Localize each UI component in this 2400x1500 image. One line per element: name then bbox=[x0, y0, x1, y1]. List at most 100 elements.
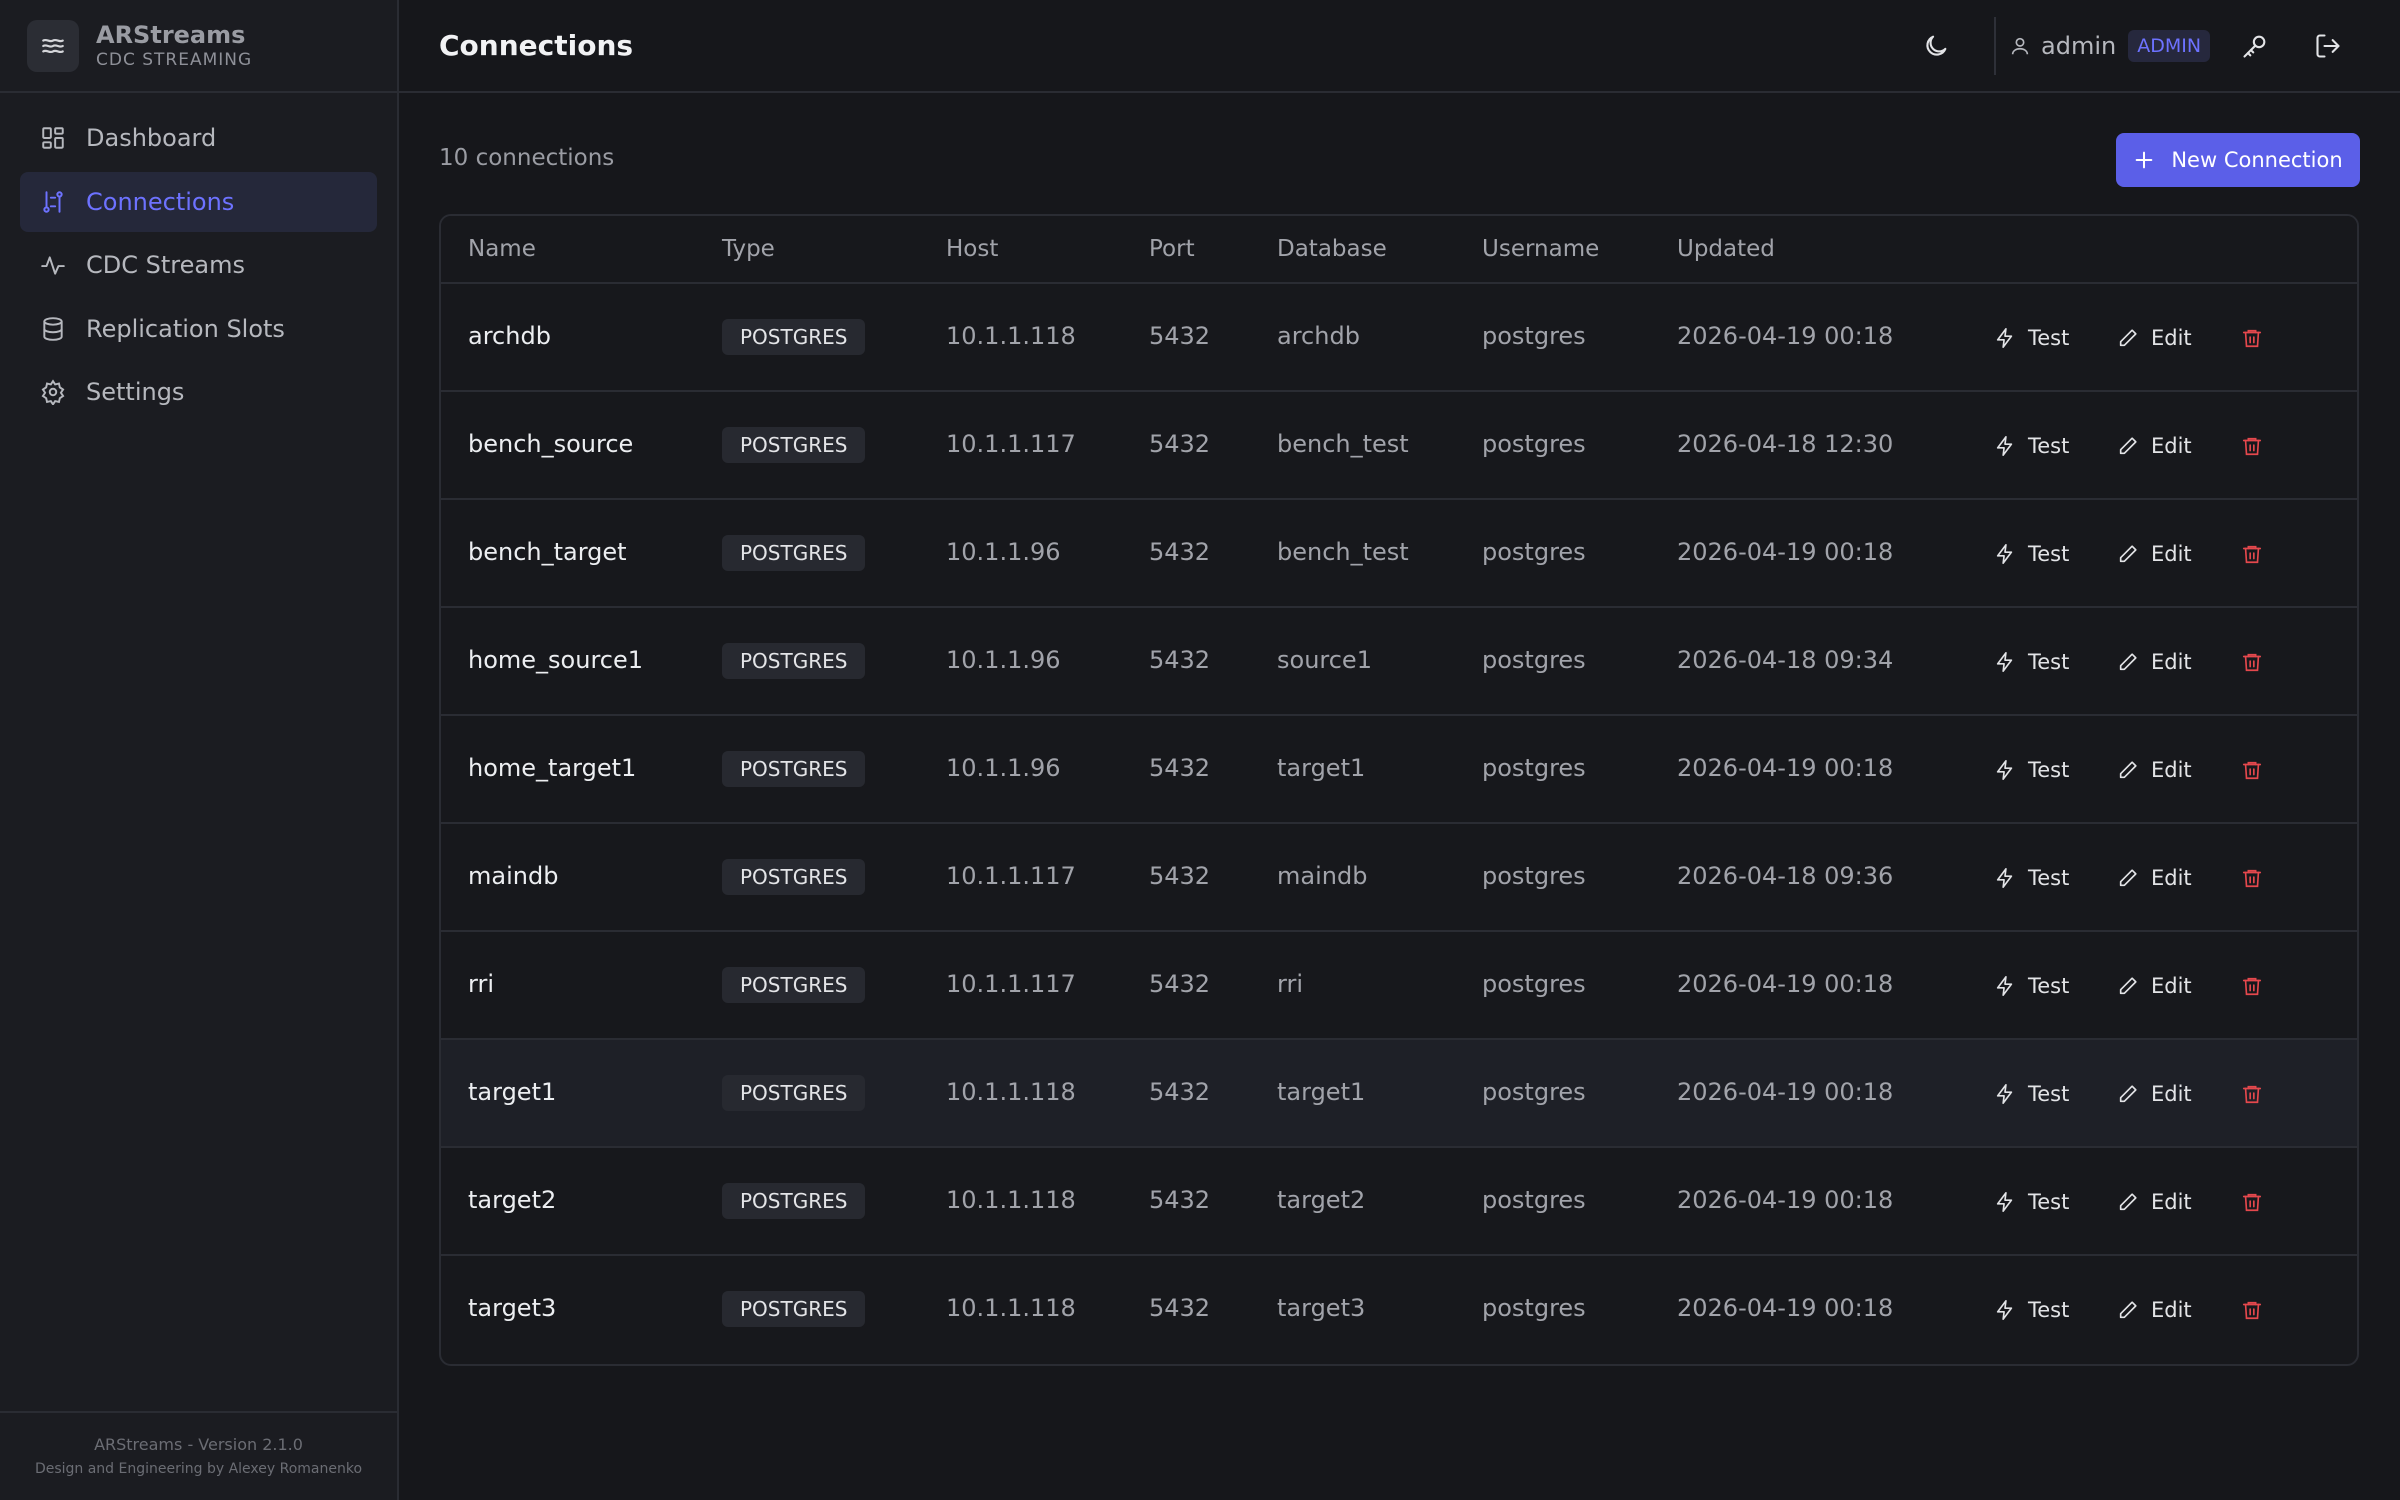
user-menu[interactable]: admin ADMIN bbox=[2009, 28, 2211, 64]
test-button[interactable]: Test bbox=[1994, 966, 2069, 1006]
port-cell: 5432 bbox=[1149, 1186, 1211, 1214]
edit-button[interactable]: Edit bbox=[2117, 1182, 2192, 1222]
connection-name: rri bbox=[468, 970, 494, 998]
port-cell: 5432 bbox=[1149, 1294, 1211, 1322]
column-header-updated[interactable]: Updated bbox=[1677, 236, 1775, 262]
table-row: home_source1 POSTGRES 10.1.1.96 5432 sou… bbox=[441, 608, 2357, 716]
pencil-icon bbox=[2117, 1191, 2139, 1213]
updated-cell: 2026-04-19 00:18 bbox=[1677, 1294, 1894, 1322]
test-button[interactable]: Test bbox=[1994, 750, 2069, 790]
edit-button[interactable]: Edit bbox=[2117, 1074, 2192, 1114]
updated-cell: 2026-04-18 09:36 bbox=[1677, 862, 1894, 890]
edit-button[interactable]: Edit bbox=[2117, 318, 2192, 358]
port-cell: 5432 bbox=[1149, 322, 1211, 350]
test-button[interactable]: Test bbox=[1994, 642, 2069, 682]
sidebar-item-dashboard[interactable]: Dashboard bbox=[20, 108, 377, 168]
type-badge: POSTGRES bbox=[722, 967, 866, 1003]
delete-button[interactable] bbox=[2234, 428, 2270, 464]
change-password-button[interactable] bbox=[2231, 22, 2279, 70]
column-header-name[interactable]: Name bbox=[468, 236, 536, 262]
table-header: Name Type Host Port Database Username Up… bbox=[441, 216, 2357, 284]
sidebar-item-settings[interactable]: Settings bbox=[20, 362, 377, 422]
updated-cell: 2026-04-19 00:18 bbox=[1677, 1078, 1894, 1106]
edit-button[interactable]: Edit bbox=[2117, 966, 2192, 1006]
table-body: archdb POSTGRES 10.1.1.118 5432 archdb p… bbox=[441, 284, 2357, 1364]
test-button[interactable]: Test bbox=[1994, 1074, 2069, 1114]
type-badge: POSTGRES bbox=[722, 643, 866, 679]
test-button[interactable]: Test bbox=[1994, 1182, 2069, 1222]
edit-label: Edit bbox=[2151, 542, 2192, 566]
connection-name: target1 bbox=[468, 1078, 557, 1106]
column-header-username[interactable]: Username bbox=[1482, 236, 1599, 262]
delete-button[interactable] bbox=[2234, 1292, 2270, 1328]
list-toolbar: 10 connections New Connection bbox=[439, 133, 2360, 187]
delete-button[interactable] bbox=[2234, 644, 2270, 680]
main-content: Connections admin ADMIN 10 connections N… bbox=[399, 0, 2400, 1500]
logout-button[interactable] bbox=[2304, 22, 2352, 70]
menu-icon[interactable] bbox=[27, 19, 79, 72]
column-header-host[interactable]: Host bbox=[946, 236, 998, 262]
port-cell: 5432 bbox=[1149, 538, 1211, 566]
connection-name: home_target1 bbox=[468, 754, 637, 782]
gear-icon bbox=[40, 379, 66, 405]
edit-label: Edit bbox=[2151, 326, 2192, 350]
updated-cell: 2026-04-19 00:18 bbox=[1677, 1186, 1894, 1214]
sidebar-item-replication-slots[interactable]: Replication Slots bbox=[20, 299, 377, 359]
port-cell: 5432 bbox=[1149, 430, 1211, 458]
test-button[interactable]: Test bbox=[1994, 426, 2069, 466]
type-badge: POSTGRES bbox=[722, 535, 866, 571]
test-button[interactable]: Test bbox=[1994, 1290, 2069, 1330]
database-cell: target1 bbox=[1277, 754, 1366, 782]
zap-icon bbox=[1994, 543, 2016, 565]
sidebar-item-label: Dashboard bbox=[86, 124, 217, 152]
delete-button[interactable] bbox=[2234, 536, 2270, 572]
edit-button[interactable]: Edit bbox=[2117, 750, 2192, 790]
new-connection-button[interactable]: New Connection bbox=[2116, 133, 2360, 187]
host-cell: 10.1.1.118 bbox=[946, 322, 1076, 350]
pencil-icon bbox=[2117, 327, 2139, 349]
column-header-port[interactable]: Port bbox=[1149, 236, 1195, 262]
delete-button[interactable] bbox=[2234, 752, 2270, 788]
pencil-icon bbox=[2117, 651, 2139, 673]
test-button[interactable]: Test bbox=[1994, 858, 2069, 898]
sidebar-footer: ARStreams - Version 2.1.0 Design and Eng… bbox=[0, 1411, 397, 1500]
edit-button[interactable]: Edit bbox=[2117, 642, 2192, 682]
test-label: Test bbox=[2028, 326, 2070, 350]
role-badge: ADMIN bbox=[2128, 30, 2211, 62]
pencil-icon bbox=[2117, 975, 2139, 997]
edit-button[interactable]: Edit bbox=[2117, 534, 2192, 574]
sidebar-item-cdc-streams[interactable]: CDC Streams bbox=[20, 235, 377, 295]
table-row: home_target1 POSTGRES 10.1.1.96 5432 tar… bbox=[441, 716, 2357, 824]
column-header-database[interactable]: Database bbox=[1277, 236, 1387, 262]
test-label: Test bbox=[2028, 650, 2070, 674]
edit-button[interactable]: Edit bbox=[2117, 1290, 2192, 1330]
delete-button[interactable] bbox=[2234, 1184, 2270, 1220]
table-row: rri POSTGRES 10.1.1.117 5432 rri postgre… bbox=[441, 932, 2357, 1040]
zap-icon bbox=[1994, 759, 2016, 781]
delete-button[interactable] bbox=[2234, 320, 2270, 356]
host-cell: 10.1.1.96 bbox=[946, 754, 1061, 782]
sidebar-item-connections[interactable]: Connections bbox=[20, 171, 377, 232]
trash-icon bbox=[2241, 435, 2263, 457]
edit-button[interactable]: Edit bbox=[2117, 426, 2192, 466]
user-icon bbox=[2009, 35, 2031, 57]
type-badge: POSTGRES bbox=[722, 1183, 866, 1219]
theme-toggle-button[interactable] bbox=[1912, 22, 1960, 70]
updated-cell: 2026-04-19 00:18 bbox=[1677, 322, 1894, 350]
sidebar-item-label: Replication Slots bbox=[86, 314, 285, 343]
pencil-icon bbox=[2117, 759, 2139, 781]
trash-icon bbox=[2241, 651, 2263, 673]
host-cell: 10.1.1.117 bbox=[946, 430, 1076, 458]
delete-button[interactable] bbox=[2234, 968, 2270, 1004]
test-button[interactable]: Test bbox=[1994, 534, 2069, 574]
column-header-type[interactable]: Type bbox=[722, 236, 775, 262]
host-cell: 10.1.1.96 bbox=[946, 538, 1061, 566]
delete-button[interactable] bbox=[2234, 1076, 2270, 1112]
edit-button[interactable]: Edit bbox=[2117, 858, 2192, 898]
updated-cell: 2026-04-18 12:30 bbox=[1677, 430, 1894, 458]
test-label: Test bbox=[2028, 1082, 2070, 1106]
delete-button[interactable] bbox=[2234, 860, 2270, 896]
edit-label: Edit bbox=[2151, 1298, 2192, 1322]
test-button[interactable]: Test bbox=[1994, 318, 2069, 358]
table-row: archdb POSTGRES 10.1.1.118 5432 archdb p… bbox=[441, 284, 2357, 392]
